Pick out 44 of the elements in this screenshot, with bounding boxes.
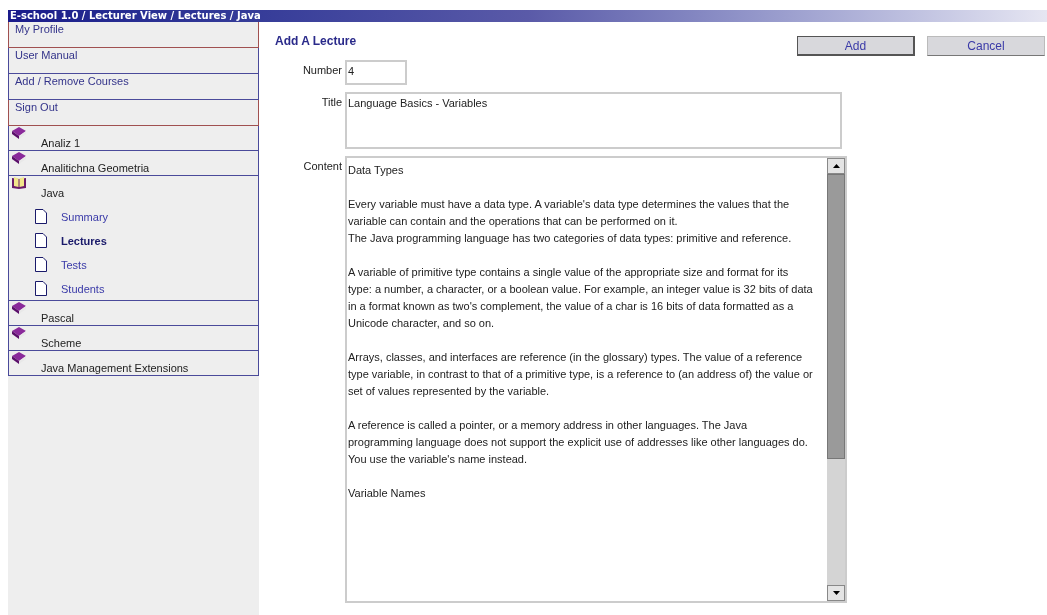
closed-book-icon (11, 326, 27, 340)
course-section-link[interactable]: Tests (35, 248, 258, 272)
course-item[interactable]: Java Management Extensions (9, 351, 258, 375)
closed-book-icon (11, 351, 27, 365)
course-item[interactable]: Scheme (9, 326, 258, 350)
closed-book-icon (11, 301, 27, 315)
breadcrumb-bar: E-school 1.0 / Lecturer View / Lectures / Java (8, 10, 1047, 22)
number-field[interactable]: 4 (345, 60, 407, 85)
form-button[interactable]: Add (797, 36, 915, 56)
content-paragraph: A variable of primitive type contains a single value of the appropriate size and format for its type: a number, a character, or a boolean value. For example, an integer value is 32 bits of data in a format known as two's complement, the value of a char is 16 bits of data formatted as a Unicode character, and so on. (348, 265, 813, 331)
page-icon (35, 281, 47, 296)
closed-book-icon (11, 126, 27, 140)
page-icon (35, 233, 47, 248)
closed-book-icon (11, 151, 27, 165)
form-heading: Add A Lecture (275, 33, 357, 50)
content-paragraph: Variable Names (348, 486, 427, 501)
sidebar-link[interactable]: My Profile (8, 22, 259, 48)
course-item[interactable]: Analitichna Geometria (9, 151, 258, 175)
course-item[interactable]: Analiz 1 (9, 126, 258, 150)
content-paragraph: A reference is called a pointer, or a memory address in other languages. The Java programming language does not support the explicit use of addresses like other languages do. You use the variable's name instead. (348, 418, 809, 467)
field-label: Content (302, 159, 342, 174)
course-item[interactable]: Java (9, 176, 258, 200)
open-book-icon (11, 176, 27, 190)
field-label: Title (320, 95, 342, 110)
title-field[interactable]: Language Basics - Variables (345, 92, 842, 149)
sidebar-link[interactable]: Add / Remove Courses (8, 74, 259, 100)
course-section-link[interactable]: Students (35, 272, 258, 296)
sidebar-link[interactable]: User Manual (8, 48, 259, 74)
scroll-up-icon[interactable] (832, 164, 840, 168)
scrollbar[interactable] (827, 158, 845, 601)
page-icon (35, 209, 47, 224)
page-icon (35, 257, 47, 272)
course-section-link[interactable]: Lectures (35, 224, 258, 248)
sidebar-link[interactable]: Sign Out (8, 100, 259, 126)
content-paragraph: Data Types (348, 163, 405, 178)
field-label: Number (301, 63, 342, 78)
content-paragraph: Arrays, classes, and interfaces are reference (in the glossary) types. The value of a reference type variable, in contrast to that of a primitive type, is a reference to (an address of) the value or set of values represented by the variable. (348, 350, 813, 399)
scroll-down-icon[interactable] (832, 591, 840, 595)
content-field[interactable] (345, 156, 847, 603)
form-button[interactable]: Cancel (927, 36, 1045, 56)
course-item[interactable]: Pascal (9, 301, 258, 325)
course-section-link[interactable]: Summary (35, 200, 258, 224)
content-paragraph: The Java programming language has two categories of data types: primitive and reference. (348, 231, 793, 246)
content-paragraph: Every variable must have a data type. A variable's data type determines the values that the variable can contain and the operations that can be performed on it. (348, 197, 791, 229)
